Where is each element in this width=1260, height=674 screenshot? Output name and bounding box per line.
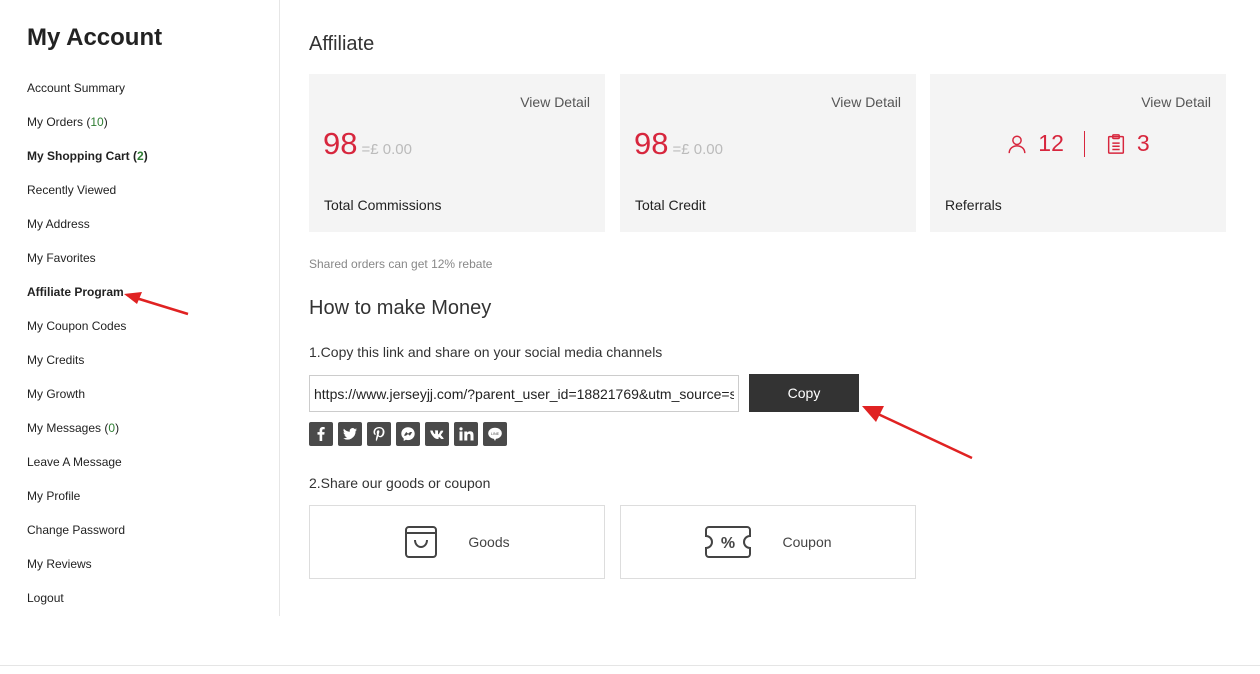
sidebar-item-label: My Credits (27, 353, 85, 367)
sidebar-item-my-address[interactable]: My Address (27, 216, 148, 250)
vk-icon[interactable] (425, 422, 449, 446)
view-detail-link[interactable]: View Detail (1141, 94, 1211, 110)
clipboard-icon (1107, 133, 1124, 154)
sidebar-item-my-growth[interactable]: My Growth (27, 386, 148, 420)
credit-number: 98 (634, 126, 669, 161)
affiliate-link-input[interactable] (309, 375, 739, 412)
credit-amount: =£ 0.00 (672, 141, 723, 158)
stats-divider (1083, 130, 1085, 157)
view-detail-link[interactable]: View Detail (831, 94, 901, 110)
sidebar-item-coupon-codes[interactable]: My Coupon Codes (27, 318, 148, 352)
share-coupon-button[interactable]: % Coupon (620, 505, 916, 579)
facebook-icon[interactable] (309, 422, 333, 446)
rebate-note: Shared orders can get 12% rebate (309, 257, 493, 271)
sidebar-item-label: My Favorites (27, 251, 96, 265)
sidebar-item-label: Leave A Message (27, 455, 122, 469)
referrals-stats: 12 3 (930, 130, 1226, 157)
sidebar-item-label: My Reviews (27, 557, 92, 571)
cart-count: 2 (137, 149, 144, 163)
commissions-amount: =£ 0.00 (361, 141, 412, 158)
sidebar-item-my-messages[interactable]: My Messages (0) (27, 420, 148, 454)
sidebar-item-label: My Orders (27, 115, 84, 129)
footer-divider (0, 665, 1260, 666)
credit-value: 98 =£ 0.00 (634, 126, 723, 162)
messages-count: 0 (108, 421, 116, 435)
credit-label: Total Credit (635, 197, 706, 213)
sidebar-item-change-password[interactable]: Change Password (27, 522, 148, 556)
sidebar-item-label: My Address (27, 217, 90, 231)
red-annotation-arrow (862, 406, 973, 460)
sidebar-item-account-summary[interactable]: Account Summary (27, 80, 148, 114)
svg-text:LINE: LINE (491, 432, 500, 436)
twitter-icon[interactable] (338, 422, 362, 446)
sidebar-item-recently-viewed[interactable]: Recently Viewed (27, 182, 148, 216)
commissions-number: 98 (323, 126, 358, 161)
sidebar-item-shopping-cart[interactable]: My Shopping Cart (2) (27, 148, 148, 182)
account-sidebar: My Account Account Summary My Orders (10… (0, 0, 280, 616)
account-menu: Account Summary My Orders (10) My Shoppi… (27, 80, 148, 624)
sidebar-item-logout[interactable]: Logout (27, 590, 148, 624)
shopping-bag-icon (405, 526, 438, 558)
sidebar-item-affiliate-program[interactable]: Affiliate Program (27, 284, 148, 318)
referrals-label: Referrals (945, 197, 1002, 213)
page-title: Affiliate (309, 33, 375, 55)
sidebar-item-label: My Shopping Cart (27, 149, 130, 163)
line-icon[interactable]: LINE (483, 422, 507, 446)
how-to-title: How to make Money (309, 297, 492, 319)
coupon-icon: % (705, 526, 752, 558)
referred-orders-count: 3 (1136, 130, 1150, 156)
sidebar-item-leave-message[interactable]: Leave A Message (27, 454, 148, 488)
share-goods-button[interactable]: Goods (309, 505, 605, 579)
sidebar-item-label: Recently Viewed (27, 183, 117, 197)
user-icon (1008, 134, 1026, 153)
goods-label: Goods (468, 534, 510, 550)
sidebar-item-label: My Messages (27, 421, 102, 435)
referred-users-count: 12 (1038, 130, 1064, 156)
view-detail-link[interactable]: View Detail (520, 94, 590, 110)
credit-card: View Detail 98 =£ 0.00 Total Credit (620, 74, 916, 232)
sidebar-item-label: My Growth (27, 387, 86, 401)
commissions-card: View Detail 98 =£ 0.00 Total Commissions (309, 74, 605, 232)
copy-button[interactable]: Copy (749, 374, 859, 412)
social-share-row: LINE (309, 422, 507, 446)
linkedin-icon[interactable] (454, 422, 478, 446)
sidebar-item-label: My Profile (27, 489, 81, 503)
sidebar-item-my-profile[interactable]: My Profile (27, 488, 148, 522)
step-one-text: 1.Copy this link and share on your socia… (309, 344, 663, 360)
commissions-value: 98 =£ 0.00 (323, 126, 412, 162)
referrals-card: View Detail 12 3 Referrals (930, 74, 1226, 232)
sidebar-item-my-orders[interactable]: My Orders (10) (27, 114, 148, 148)
sidebar-item-my-credits[interactable]: My Credits (27, 352, 148, 386)
sidebar-item-label: My Coupon Codes (27, 319, 127, 333)
messenger-icon[interactable] (396, 422, 420, 446)
coupon-label: Coupon (782, 534, 832, 550)
pinterest-icon[interactable] (367, 422, 391, 446)
sidebar-item-label: Account Summary (27, 81, 126, 95)
sidebar-title: My Account (27, 24, 163, 51)
svg-text:%: % (721, 535, 735, 552)
step-two-text: 2.Share our goods or coupon (309, 475, 491, 491)
sidebar-item-my-favorites[interactable]: My Favorites (27, 250, 148, 284)
commissions-label: Total Commissions (324, 197, 442, 213)
sidebar-item-label: Logout (27, 591, 64, 605)
orders-count: 10 (90, 115, 104, 129)
sidebar-item-label: Affiliate Program (27, 285, 124, 299)
sidebar-item-my-reviews[interactable]: My Reviews (27, 556, 148, 590)
sidebar-item-label: Change Password (27, 523, 126, 537)
